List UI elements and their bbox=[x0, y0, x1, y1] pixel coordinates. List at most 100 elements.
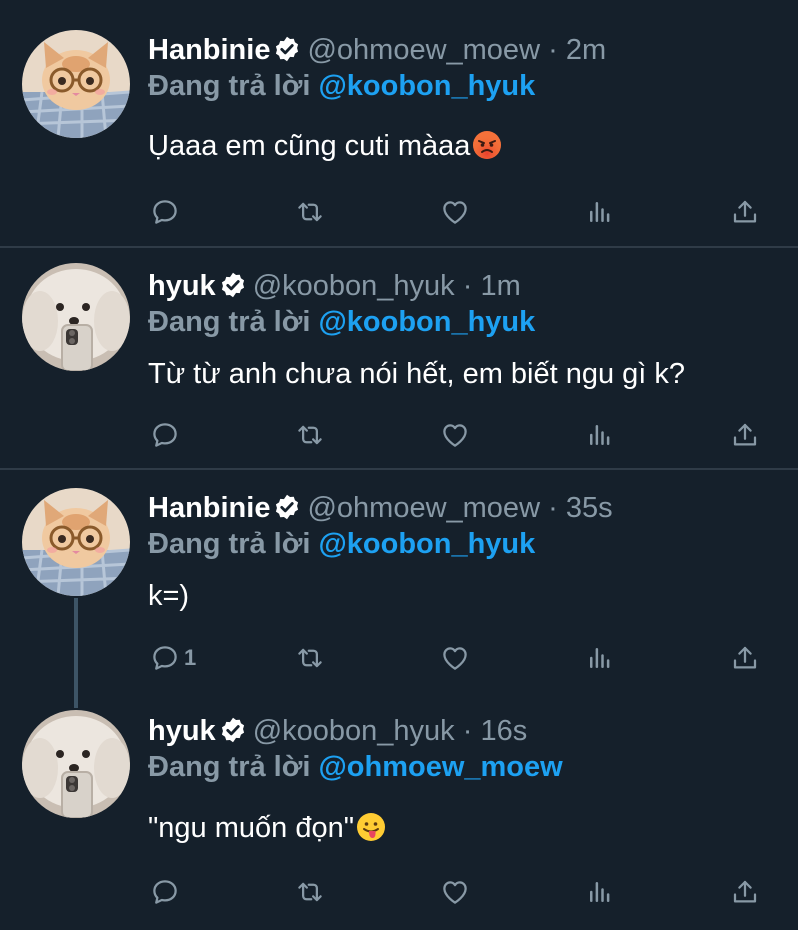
like-button[interactable] bbox=[440, 642, 470, 674]
handle[interactable]: @koobon_hyuk bbox=[253, 270, 455, 302]
verified-badge-icon bbox=[219, 716, 247, 744]
replying-to: Đang trả lời @koobon_hyuk bbox=[148, 526, 535, 562]
retweet-icon bbox=[295, 877, 325, 907]
tweet-text-container: k=) bbox=[148, 578, 189, 614]
dog-avatar-image bbox=[22, 263, 130, 371]
tweet-header: hyuk @koobon_hyuk · 1m bbox=[148, 268, 521, 304]
tweet-actions bbox=[150, 876, 770, 908]
retweet-icon bbox=[295, 643, 325, 673]
replying-to: Đang trả lời @ohmoew_moew bbox=[148, 749, 563, 785]
reply-button[interactable] bbox=[150, 419, 184, 451]
tweet[interactable]: Hanbinie @ohmoew_moew · 2m Đang trả lời @… bbox=[0, 0, 798, 246]
display-name[interactable]: hyuk bbox=[148, 715, 216, 747]
tweet-header: Hanbinie @ohmoew_moew · 2m bbox=[148, 32, 606, 68]
reply-icon bbox=[150, 420, 180, 450]
separator-dot: · bbox=[548, 492, 558, 524]
display-name[interactable]: hyuk bbox=[148, 270, 216, 302]
analytics-icon bbox=[585, 197, 615, 227]
share-icon bbox=[730, 643, 760, 673]
display-name[interactable]: Hanbinie bbox=[148, 492, 270, 524]
display-name[interactable]: Hanbinie bbox=[148, 34, 270, 66]
handle[interactable]: @ohmoew_moew bbox=[307, 492, 540, 524]
reply-prefix: Đang trả lời bbox=[148, 70, 311, 102]
tweet-text-container: Từ từ anh chưa nói hết, em biết ngu gì k… bbox=[148, 356, 685, 392]
separator-dot: · bbox=[548, 34, 558, 66]
avatar[interactable] bbox=[22, 263, 130, 371]
tweet-text: "ngu muốn đọn" bbox=[148, 812, 355, 844]
reply-button[interactable] bbox=[150, 876, 184, 908]
verified-badge-icon bbox=[219, 271, 247, 299]
timestamp[interactable]: 1m bbox=[480, 270, 520, 302]
separator-dot: · bbox=[462, 270, 473, 302]
tweet-text-container: "ngu muốn đọn" bbox=[148, 810, 386, 846]
like-icon bbox=[440, 877, 470, 907]
cat-avatar-image bbox=[22, 30, 130, 138]
share-button[interactable] bbox=[730, 642, 760, 674]
share-icon bbox=[730, 877, 760, 907]
dog-avatar-image bbox=[22, 710, 130, 818]
reply-prefix: Đang trả lời bbox=[148, 751, 311, 783]
tweet-text: k=) bbox=[148, 580, 190, 612]
verified-badge-icon bbox=[273, 493, 301, 521]
reply-mention[interactable]: @koobon_hyuk bbox=[318, 70, 535, 102]
analytics-icon bbox=[585, 420, 615, 450]
like-button[interactable] bbox=[440, 419, 470, 451]
tweet-actions: 1 bbox=[150, 642, 770, 674]
retweet-button[interactable] bbox=[295, 419, 325, 451]
tweet-header: Hanbinie @ohmoew_moew · 35s bbox=[148, 490, 613, 526]
analytics-button[interactable] bbox=[585, 419, 615, 451]
reply-count: 1 bbox=[184, 645, 197, 670]
reply-icon bbox=[150, 197, 180, 227]
like-icon bbox=[440, 643, 470, 673]
replying-to: Đang trả lời @koobon_hyuk bbox=[148, 304, 535, 340]
tweet-text: Ụaaa em cũng cuti màaa bbox=[148, 130, 471, 162]
handle[interactable]: @koobon_hyuk bbox=[253, 715, 455, 747]
separator-dot: · bbox=[462, 715, 473, 747]
tweet-actions bbox=[150, 419, 770, 451]
tongue-face-emoji-icon bbox=[356, 812, 386, 842]
reply-button[interactable]: 1 bbox=[150, 642, 196, 674]
analytics-button[interactable] bbox=[585, 196, 615, 228]
tweet-header: hyuk @koobon_hyuk · 16s bbox=[148, 713, 527, 749]
reply-prefix: Đang trả lời bbox=[148, 306, 311, 338]
tweet[interactable]: hyuk @koobon_hyuk · 16s Đang trả lời @ohm… bbox=[0, 696, 798, 930]
avatar[interactable] bbox=[22, 710, 130, 818]
reply-icon bbox=[150, 643, 180, 673]
reply-icon bbox=[150, 877, 180, 907]
reply-mention[interactable]: @ohmoew_moew bbox=[318, 751, 562, 783]
retweet-icon bbox=[295, 420, 325, 450]
timestamp[interactable]: 35s bbox=[566, 492, 613, 524]
analytics-icon bbox=[585, 643, 615, 673]
share-button[interactable] bbox=[730, 876, 760, 908]
like-icon bbox=[440, 420, 470, 450]
retweet-button[interactable] bbox=[295, 642, 325, 674]
retweet-button[interactable] bbox=[295, 876, 325, 908]
like-icon bbox=[440, 197, 470, 227]
verified-badge-icon bbox=[273, 35, 301, 63]
cat-avatar-image bbox=[22, 488, 130, 596]
share-icon bbox=[730, 197, 760, 227]
share-button[interactable] bbox=[730, 419, 760, 451]
analytics-button[interactable] bbox=[585, 642, 615, 674]
tweet[interactable]: Hanbinie @ohmoew_moew · 35s Đang trả lời … bbox=[0, 470, 798, 696]
replying-to: Đang trả lời @koobon_hyuk bbox=[148, 68, 535, 104]
timestamp[interactable]: 2m bbox=[566, 34, 606, 66]
analytics-icon bbox=[585, 877, 615, 907]
avatar[interactable] bbox=[22, 488, 130, 596]
handle[interactable]: @ohmoew_moew bbox=[307, 34, 540, 66]
tweet-text: Từ từ anh chưa nói hết, em biết ngu gì k… bbox=[148, 358, 686, 390]
reply-mention[interactable]: @koobon_hyuk bbox=[318, 528, 535, 560]
tweet[interactable]: hyuk @koobon_hyuk · 1m Đang trả lời @koob… bbox=[0, 248, 798, 468]
angry-face-emoji-icon bbox=[472, 130, 502, 160]
avatar[interactable] bbox=[22, 30, 130, 138]
share-button[interactable] bbox=[730, 196, 760, 228]
like-button[interactable] bbox=[440, 876, 470, 908]
reply-prefix: Đang trả lời bbox=[148, 528, 311, 560]
retweet-button[interactable] bbox=[295, 196, 325, 228]
reply-button[interactable] bbox=[150, 196, 184, 228]
tweet-text-container: Ụaaa em cũng cuti màaa bbox=[148, 128, 502, 164]
like-button[interactable] bbox=[440, 196, 470, 228]
reply-mention[interactable]: @koobon_hyuk bbox=[318, 306, 535, 338]
analytics-button[interactable] bbox=[585, 876, 615, 908]
timestamp[interactable]: 16s bbox=[480, 715, 527, 747]
